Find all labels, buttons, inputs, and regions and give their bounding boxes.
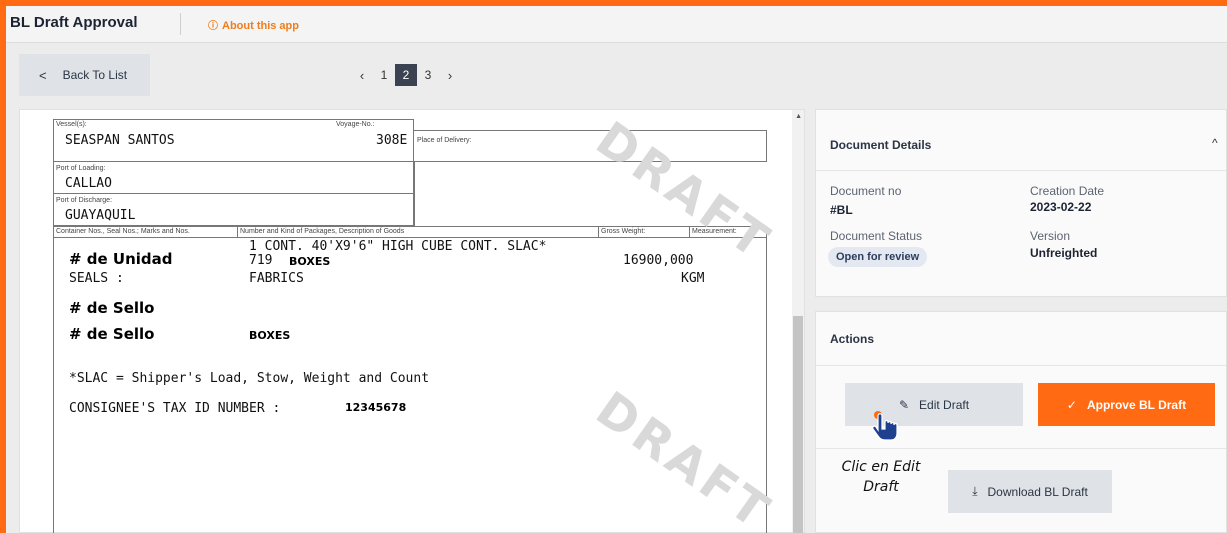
pagination: ‹ 1 2 3 › bbox=[351, 64, 461, 86]
seals-label: SEALS : bbox=[69, 271, 124, 286]
doc-no-label: Document no bbox=[830, 184, 902, 198]
slac-line: *SLAC = Shipper's Load, Stow, Weight and… bbox=[69, 371, 430, 386]
bl-document: Vessel(s): SEASPAN SANTOS Voyage-No.: 30… bbox=[53, 111, 781, 533]
version-value: Unfreighted bbox=[1030, 246, 1098, 260]
vessel-value: SEASPAN SANTOS bbox=[65, 133, 175, 148]
col-gross-label: Gross Weight: bbox=[601, 228, 646, 235]
sello-note-2: # de Sello bbox=[69, 325, 155, 343]
hand-cursor-icon bbox=[872, 411, 898, 441]
edit-hint-text: Clic en Edit Draft bbox=[826, 457, 936, 497]
pencil-icon: ✎ bbox=[898, 397, 910, 412]
col-container-label: Container Nos., Seal Nos.; Marks and Nos… bbox=[56, 228, 190, 235]
boxes-label: BOXES bbox=[289, 255, 331, 268]
check-icon: ✓ bbox=[1066, 397, 1077, 412]
about-link[interactable]: ⓘ About this app bbox=[208, 17, 299, 32]
download-label: Download BL Draft bbox=[987, 484, 1088, 499]
actions-divider-2 bbox=[816, 448, 1226, 449]
unit-kgm: KGM bbox=[681, 271, 705, 286]
document-details-card: Document Details ^ Document no #BL Creat… bbox=[815, 109, 1227, 297]
page-3[interactable]: 3 bbox=[417, 64, 439, 86]
creation-date-label: Creation Date bbox=[1030, 184, 1105, 198]
sello-note-1: # de Sello bbox=[69, 299, 155, 317]
port-loading-value: CALLAO bbox=[65, 176, 112, 191]
tax-value: 12345678 bbox=[345, 401, 407, 414]
approve-bl-draft-button[interactable]: ✓ Approve BL Draft bbox=[1038, 383, 1215, 426]
vessel-label: Vessel(s): bbox=[56, 121, 87, 128]
col-divider-2 bbox=[598, 226, 599, 237]
page-2[interactable]: 2 bbox=[395, 64, 417, 86]
app-title: BL Draft Approval bbox=[10, 14, 138, 31]
voyage-label: Voyage-No.: bbox=[336, 121, 375, 128]
about-label: About this app bbox=[222, 20, 299, 32]
col-divider-1 bbox=[237, 226, 238, 237]
document-viewer[interactable]: Vessel(s): SEASPAN SANTOS Voyage-No.: 30… bbox=[19, 109, 805, 533]
top-bar: BL Draft Approval ⓘ About this app bbox=[6, 6, 1227, 43]
fabrics-label: FABRICS bbox=[249, 271, 304, 286]
actions-title: Actions bbox=[830, 332, 875, 346]
version-label: Version bbox=[1030, 229, 1071, 243]
header-rule bbox=[53, 237, 767, 238]
vertical-rule bbox=[414, 162, 415, 226]
download-bl-draft-button[interactable]: ⤓ Download BL Draft bbox=[948, 470, 1112, 513]
details-divider bbox=[816, 170, 1226, 171]
status-label: Document Status bbox=[830, 229, 923, 243]
status-badge: Open for review bbox=[828, 247, 928, 267]
details-title: Document Details bbox=[830, 138, 932, 152]
approve-label: Approve BL Draft bbox=[1086, 397, 1187, 412]
download-icon: ⤓ bbox=[972, 484, 978, 498]
scroll-thumb[interactable] bbox=[793, 316, 803, 533]
tax-label: CONSIGNEE'S TAX ID NUMBER : bbox=[69, 401, 281, 416]
scroll-up-icon[interactable]: ▲ bbox=[795, 113, 802, 120]
back-label: Back To List bbox=[62, 68, 128, 82]
gross-weight-value: 16900,000 bbox=[623, 253, 694, 268]
chevron-left-icon: < bbox=[39, 67, 47, 83]
title-divider bbox=[180, 13, 181, 35]
back-to-list-button[interactable]: < Back To List bbox=[19, 54, 150, 96]
app-frame: BL Draft Approval ⓘ About this app < Back… bbox=[6, 6, 1227, 533]
hint-line-1: Clic en Edit bbox=[841, 459, 921, 475]
actions-divider bbox=[816, 365, 1226, 366]
port-discharge-label: Port of Discharge: bbox=[56, 197, 113, 204]
edit-draft-label: Edit Draft bbox=[919, 397, 970, 412]
creation-date-value: 2023-02-22 bbox=[1030, 200, 1092, 214]
port-loading-label: Port of Loading: bbox=[56, 165, 106, 172]
next-page-icon[interactable]: › bbox=[439, 68, 461, 83]
col-packages-label: Number and Kind of Packages, Description… bbox=[240, 228, 405, 235]
place-delivery-label: Place of Delivery: bbox=[417, 137, 472, 144]
hint-line-2: Draft bbox=[863, 479, 899, 495]
port-discharge-value: GUAYAQUIL bbox=[65, 208, 136, 223]
doc-no-value: #BL bbox=[830, 203, 853, 217]
container-line: 1 CONT. 40'X9'6" HIGH CUBE CONT. SLAC* bbox=[249, 239, 547, 254]
boxes-label-2: BOXES bbox=[249, 329, 291, 342]
page-1[interactable]: 1 bbox=[373, 64, 395, 86]
voyage-value: 308E bbox=[376, 133, 408, 148]
qty-value: 719 bbox=[249, 253, 273, 268]
unidad-note: # de Unidad bbox=[69, 250, 173, 268]
prev-page-icon[interactable]: ‹ bbox=[351, 68, 373, 83]
document-scrollbar[interactable]: ▲ bbox=[792, 110, 804, 533]
chevron-up-icon[interactable]: ^ bbox=[1212, 136, 1218, 150]
info-icon: ⓘ bbox=[208, 21, 218, 32]
